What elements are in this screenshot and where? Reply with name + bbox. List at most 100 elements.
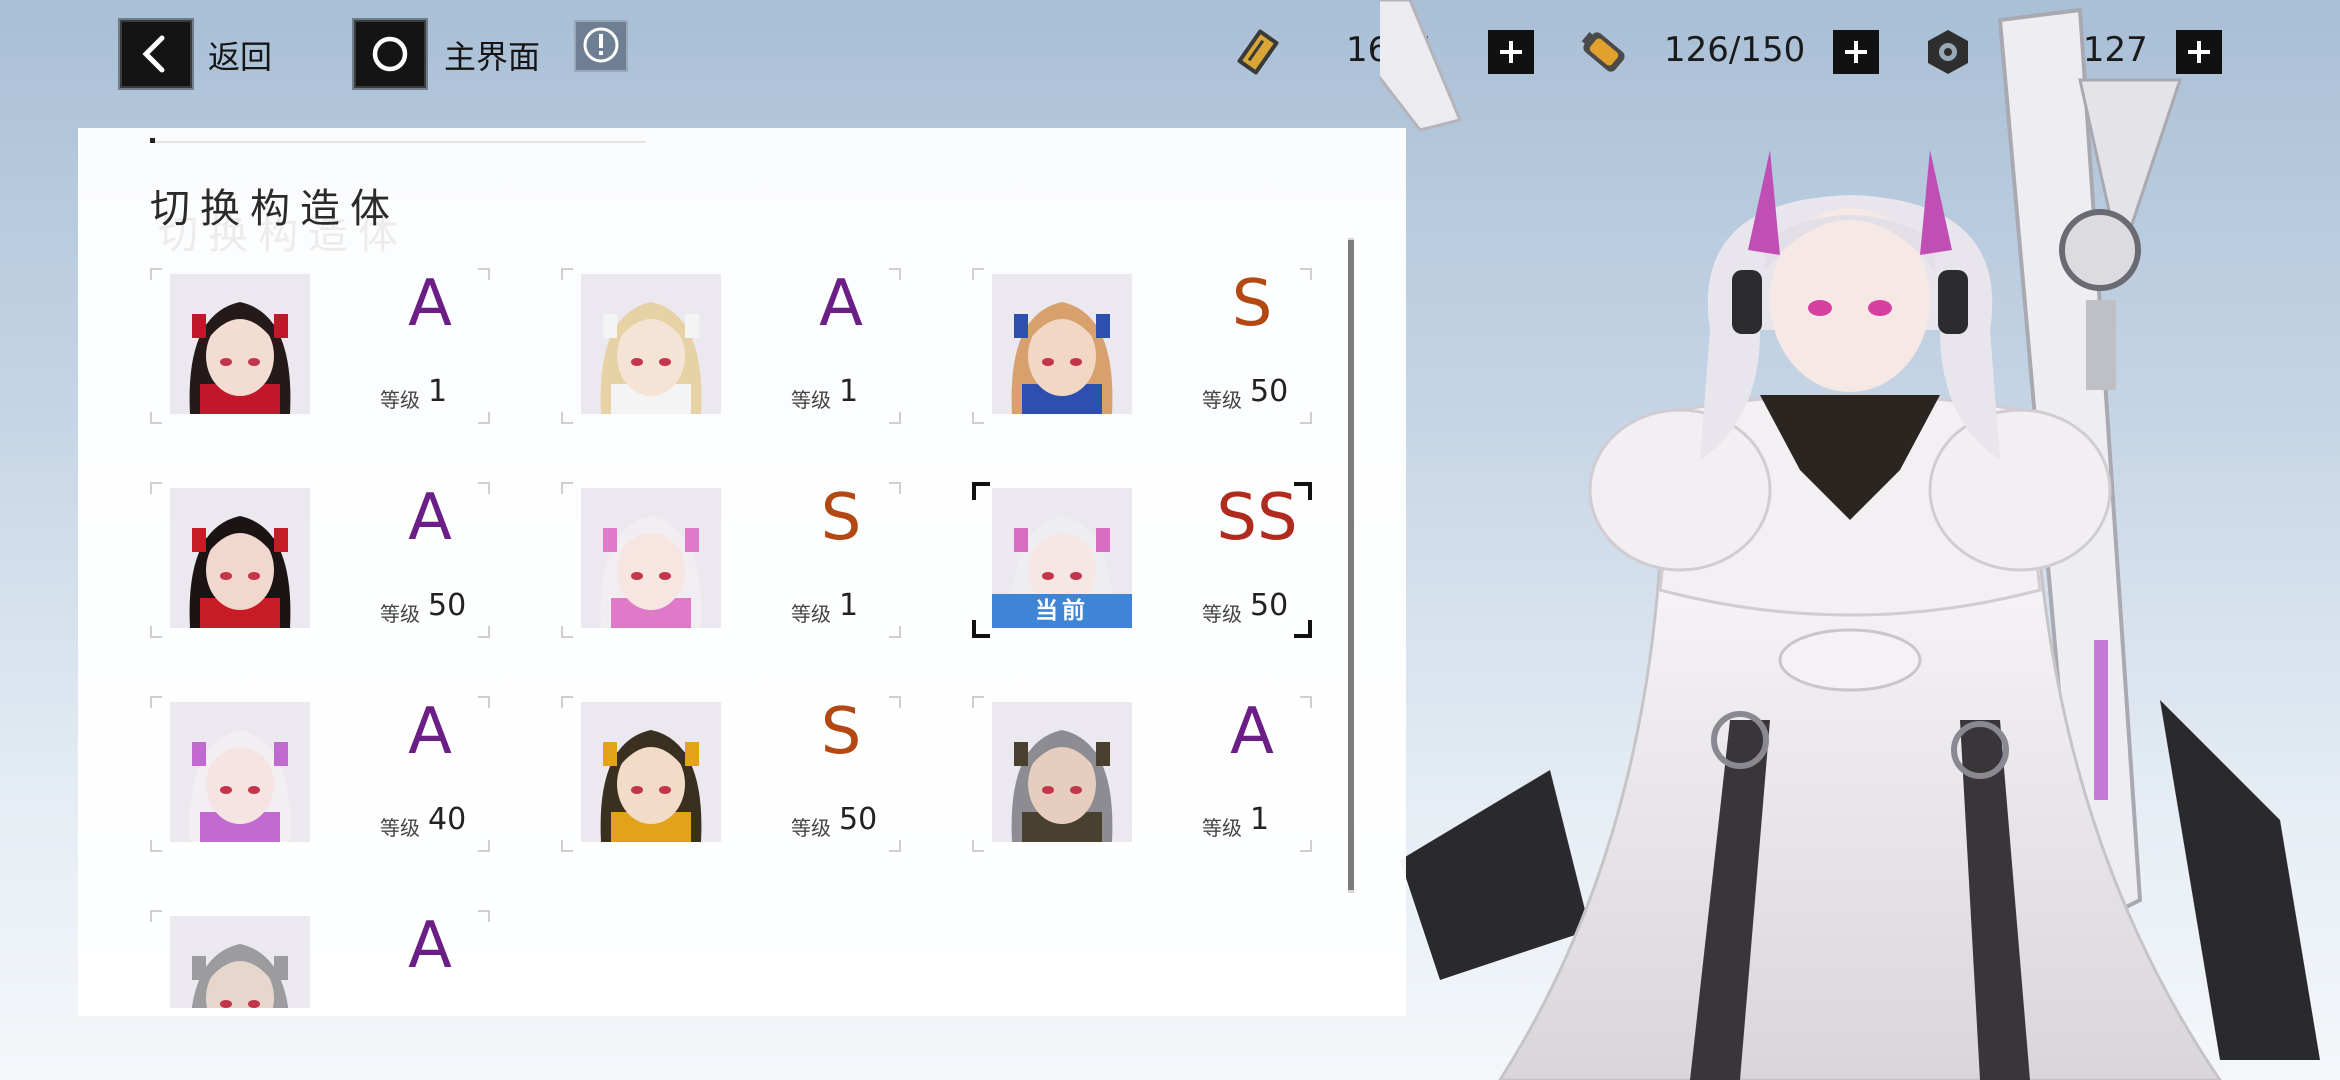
card-corner-bracket: [972, 840, 984, 852]
level-value: 50: [428, 588, 467, 623]
card-corner-bracket: [1300, 412, 1312, 424]
level-label: 等级: [1202, 816, 1242, 840]
circle-icon: [372, 36, 408, 72]
rank-badge: A: [408, 695, 452, 769]
character-portrait-image: [581, 274, 721, 414]
card-corner-bracket: [150, 268, 162, 280]
character-card[interactable]: A 等级 1: [150, 268, 490, 424]
card-corner-bracket: [150, 696, 162, 708]
card-corner-bracket: [478, 268, 490, 280]
card-corner-bracket: [972, 268, 984, 280]
character-switch-panel: 切换构造体 切换构造体 A 等级 1 A 等级 1 S 等级 50 A 等级 50 S 等级 1 当前 SS 等级…: [78, 128, 1406, 1016]
card-corner-bracket: [1300, 268, 1312, 280]
panel-top-dot: [150, 138, 155, 143]
weapon-left: [1380, 0, 1463, 132]
card-corner-bracket: [150, 626, 162, 638]
character-portrait: [992, 702, 1132, 842]
card-corner-bracket: [889, 626, 901, 638]
level-label: 等级: [380, 602, 420, 626]
level-label: 等级: [1202, 388, 1242, 412]
character-portrait: [992, 274, 1132, 414]
chevron-left-icon: [142, 35, 165, 73]
card-corner-bracket: [972, 696, 984, 708]
wing-left: [1400, 770, 1590, 980]
card-corner-bracket: [889, 482, 901, 494]
card-corner-bracket: [889, 696, 901, 708]
character-card[interactable]: A: [150, 910, 490, 1008]
character-portrait: 当前: [992, 488, 1132, 628]
card-corner-bracket: [478, 696, 490, 708]
card-corner-bracket: [478, 482, 490, 494]
card-corner-bracket: [889, 840, 901, 852]
card-corner-bracket: [150, 840, 162, 852]
character-portrait-image: [170, 488, 310, 628]
character-portrait: [581, 702, 721, 842]
character-card[interactable]: A 等级 40: [150, 696, 490, 852]
card-corner-bracket: [1294, 620, 1312, 638]
rank-badge: A: [408, 268, 452, 341]
level-value: 50: [1250, 374, 1289, 409]
exclamation-icon: [583, 27, 619, 63]
card-corner-bracket: [561, 482, 573, 494]
card-corner-bracket: [150, 482, 162, 494]
card-corner-bracket: [561, 626, 573, 638]
character-card[interactable]: S 等级 50: [972, 268, 1312, 424]
home-button[interactable]: [354, 20, 426, 88]
card-corner-bracket: [889, 268, 901, 280]
level-value: 1: [839, 588, 859, 623]
character-card[interactable]: A 等级 50: [150, 482, 490, 638]
character-portrait: [581, 488, 721, 628]
character-card[interactable]: A 等级 1: [561, 268, 901, 424]
panel-top-divider: [150, 141, 646, 143]
character-card[interactable]: 当前 SS 等级 50: [972, 482, 1312, 638]
rank-badge: S: [820, 481, 862, 555]
level-value: 50: [1250, 588, 1289, 623]
level-label: 等级: [791, 388, 831, 412]
character-portrait-image: [170, 916, 310, 1008]
character-card[interactable]: S 等级 50: [561, 696, 901, 852]
character-portrait-image: [581, 488, 721, 628]
level-label: 等级: [1202, 602, 1242, 626]
home-label[interactable]: 主界面: [444, 32, 540, 78]
level-label: 等级: [380, 816, 420, 840]
level-value: 1: [1250, 802, 1270, 837]
card-corner-bracket: [561, 412, 573, 424]
card-corner-bracket: [972, 482, 990, 500]
info-button[interactable]: [574, 20, 628, 72]
ticket-icon: [1237, 29, 1279, 75]
rank-badge: SS: [1216, 481, 1298, 555]
level-label: 等级: [380, 388, 420, 412]
card-corner-bracket: [1300, 840, 1312, 852]
character-portrait-image: [581, 702, 721, 842]
character-grid: A 等级 1 A 等级 1 S 等级 50 A 等级 50 S 等级 1 当前 SS 等级 50 A 等级 40 S 等级 50…: [150, 268, 1340, 1008]
current-badge: 当前: [992, 594, 1132, 628]
level-value: 1: [839, 374, 859, 409]
character-portrait: [581, 274, 721, 414]
level-label: 等级: [791, 602, 831, 626]
scrollbar-thumb[interactable]: [1348, 240, 1354, 890]
character-card[interactable]: A 等级 1: [972, 696, 1312, 852]
card-corner-bracket: [478, 840, 490, 852]
character-card[interactable]: S 等级 1: [561, 482, 901, 638]
card-corner-bracket: [972, 412, 984, 424]
character-scene: [1380, 0, 2320, 1080]
back-button[interactable]: [120, 20, 192, 88]
card-corner-bracket: [561, 268, 573, 280]
character-portrait-image: [170, 702, 310, 842]
card-corner-bracket: [972, 620, 990, 638]
character-portrait: [170, 916, 310, 1008]
card-corner-bracket: [889, 412, 901, 424]
back-label[interactable]: 返回: [208, 32, 272, 78]
character-portrait: [170, 702, 310, 842]
card-corner-bracket: [478, 910, 490, 922]
card-corner-bracket: [561, 696, 573, 708]
character-portrait-image: [992, 274, 1132, 414]
level-value: 1: [428, 374, 448, 409]
rank-badge: A: [819, 268, 863, 341]
panel-title: 切换构造体: [150, 186, 400, 232]
rank-badge: S: [820, 695, 862, 769]
card-corner-bracket: [150, 412, 162, 424]
rank-badge: S: [1231, 268, 1273, 341]
wing-right: [2160, 700, 2320, 1060]
character-portrait-image: [170, 274, 310, 414]
